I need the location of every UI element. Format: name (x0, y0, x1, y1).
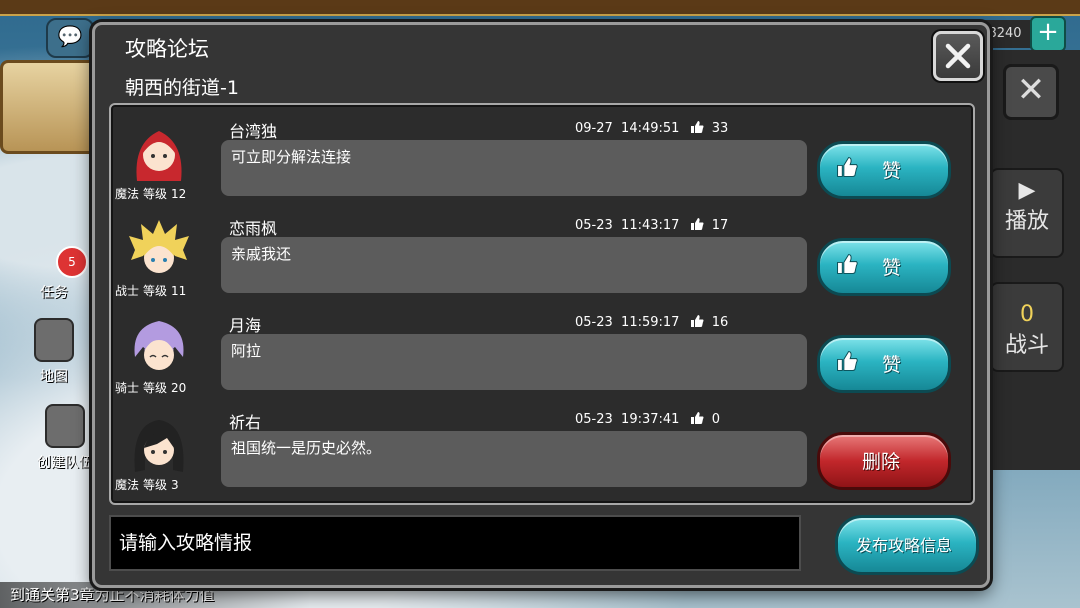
role-info: 魔法 等级 12 (115, 185, 221, 202)
strategy-forum-dialog: 攻略论坛 朝西的街道-1 魔法 等级 12 台湾独 09-27 14:49:51 3… (92, 22, 990, 588)
like-button[interactable]: 赞 (817, 238, 951, 296)
post-time: 11:59:17 (621, 315, 680, 330)
avatar (136, 131, 182, 181)
game-logo-banner (0, 60, 106, 154)
post-time: 19:37:41 (621, 412, 680, 427)
add-gold-button[interactable]: + (1030, 16, 1066, 52)
level-label: 等级 (143, 381, 168, 395)
role-info: 魔法 等级 3 (115, 476, 221, 493)
avatar (134, 321, 184, 370)
username: 台湾独 (229, 122, 278, 141)
delete-button-label: 删除 (861, 451, 900, 473)
like-button-label: 赞 (882, 160, 902, 182)
post-meta: 05-23 11:43:17 17 (575, 217, 728, 233)
thumbs-up-icon (837, 157, 858, 177)
avatar (134, 420, 184, 472)
like-count: 17 (711, 218, 729, 233)
post-time: 14:49:51 (621, 121, 680, 136)
post-list[interactable]: 魔法 等级 12 台湾独 09-27 14:49:51 33 可立即分解法连接 赞 (109, 103, 975, 505)
username: 月海 (229, 316, 262, 335)
post-date: 09-27 (575, 121, 613, 136)
chat-icon[interactable]: 💬 (46, 18, 94, 58)
post-date: 05-23 (575, 412, 613, 427)
dialog-title: 攻略论坛 (125, 37, 209, 61)
class-label: 战士 (115, 284, 140, 298)
list-item: 战士 等级 11 恋雨枫 05-23 11:43:17 17 亲戚我还 赞 (111, 206, 973, 303)
avatar (129, 220, 189, 273)
level-value: 11 (171, 284, 187, 298)
side-menu-map-label: 地图 (40, 369, 68, 385)
role-info: 骑士 等级 20 (115, 379, 221, 396)
play-button[interactable]: ▶ 播放 (990, 168, 1064, 258)
post-meta: 05-23 11:59:17 16 (575, 314, 728, 330)
thumbs-up-icon (837, 254, 858, 274)
lock-icon (45, 404, 85, 448)
close-icon (945, 43, 971, 69)
thumbs-up-icon (690, 412, 704, 424)
message-bubble: 亲戚我还 (221, 237, 807, 293)
play-icon: ▶ (1018, 178, 1036, 203)
like-button-label: 赞 (882, 354, 902, 376)
side-menu-quest-label: 任务 (40, 285, 68, 301)
like-count: 0 (711, 412, 720, 427)
like-button[interactable]: 赞 (817, 335, 951, 393)
list-item: 魔法 等级 3 祈右 05-23 19:37:41 0 祖国统一是历史必然。 删除 (111, 400, 973, 497)
thumbs-up-icon (690, 315, 704, 327)
battle-count: 0 (1020, 302, 1034, 327)
message-bubble: 阿拉 (221, 334, 807, 390)
side-menu-map[interactable]: 地图 (14, 318, 94, 386)
post-date: 05-23 (575, 315, 613, 330)
level-value: 12 (171, 187, 187, 201)
like-button[interactable]: 赞 (817, 141, 951, 199)
like-count: 33 (711, 121, 729, 136)
username: 祈右 (229, 413, 262, 432)
class-label: 魔法 (115, 478, 140, 492)
publish-strategy-button[interactable]: 发布攻略信息 (835, 515, 979, 575)
play-label: 播放 (1004, 209, 1049, 234)
message-bubble: 祖国统一是历史必然。 (221, 431, 807, 487)
level-value: 3 (171, 478, 179, 492)
publish-strategy-label: 发布攻略信息 (855, 536, 952, 555)
top-bar (0, 0, 1080, 16)
list-item: 骑士 等级 20 月海 05-23 11:59:17 16 阿拉 赞 (111, 303, 973, 400)
right-close-icon[interactable]: ✕ (1003, 64, 1059, 120)
list-item: 魔法 等级 12 台湾独 09-27 14:49:51 33 可立即分解法连接 赞 (111, 109, 973, 206)
strategy-input[interactable] (109, 515, 801, 571)
post-meta: 05-23 19:37:41 0 (575, 411, 720, 427)
class-label: 魔法 (115, 187, 140, 201)
like-button-label: 赞 (882, 257, 902, 279)
close-button[interactable] (933, 31, 983, 81)
level-value: 20 (171, 381, 187, 395)
level-label: 等级 (143, 284, 168, 298)
username: 恋雨枫 (229, 219, 278, 238)
side-menu-create-team-label: 创建队伍 (37, 455, 93, 471)
level-label: 等级 (143, 478, 168, 492)
dialog-subtitle: 朝西的街道-1 (125, 77, 239, 99)
message-bubble: 可立即分解法连接 (221, 140, 807, 196)
like-count: 16 (711, 315, 729, 330)
battle-button[interactable]: 0 战斗 (990, 282, 1064, 372)
thumbs-up-icon (837, 351, 858, 371)
thumbs-up-icon (690, 218, 704, 230)
delete-button[interactable]: 删除 (817, 432, 951, 490)
post-meta: 09-27 14:49:51 33 (575, 120, 728, 136)
post-time: 11:43:17 (621, 218, 680, 233)
class-label: 骑士 (115, 381, 140, 395)
post-date: 05-23 (575, 218, 613, 233)
battle-label: 战斗 (1004, 333, 1049, 358)
thumbs-up-icon (690, 121, 704, 133)
quest-badge: 5 (56, 246, 88, 278)
role-info: 战士 等级 11 (115, 282, 221, 299)
level-label: 等级 (143, 187, 168, 201)
lock-icon (34, 318, 74, 362)
